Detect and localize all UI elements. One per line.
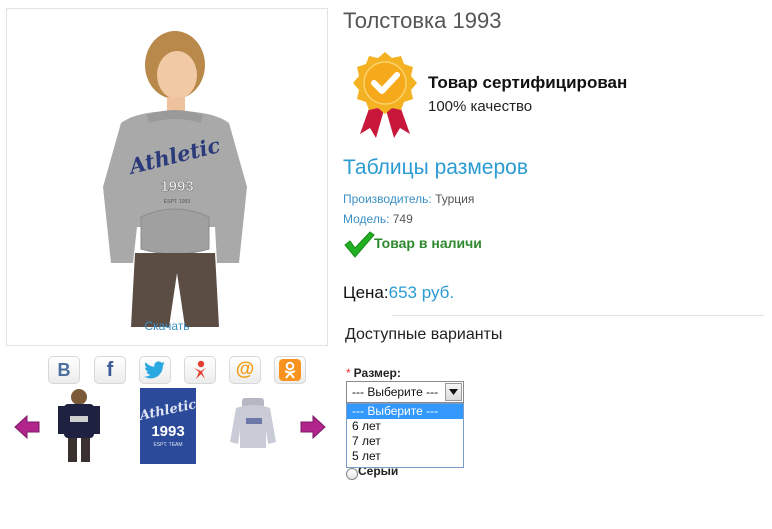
size-select-value: --- Выберите --- (352, 385, 439, 399)
download-link[interactable]: Скачать (7, 319, 327, 333)
chevron-down-icon (449, 389, 458, 395)
size-label-text: Размер: (353, 366, 401, 380)
odnoklassniki-share-button[interactable] (184, 356, 216, 384)
manufacturer-row: Производитель: Турция (343, 192, 474, 206)
size-option[interactable]: 7 лет (347, 434, 463, 449)
manufacturer-label[interactable]: Производитель: (343, 192, 432, 206)
at-icon: @ (235, 359, 255, 380)
odnoklassniki-icon (194, 360, 206, 379)
divider (392, 315, 764, 316)
thumbnail-print-closeup[interactable]: Athletic 1993 ESPT. TEAM (140, 388, 196, 464)
twitter-share-button[interactable] (139, 356, 171, 384)
price-label: Цена: (343, 283, 389, 302)
size-tables-link[interactable]: Таблицы размеров (343, 156, 528, 180)
color-radio[interactable] (346, 468, 358, 480)
size-option[interactable]: --- Выберите --- (347, 404, 463, 419)
thumbnail-navy-sweatshirt[interactable] (54, 388, 104, 464)
size-dropdown-list: --- Выберите --- 6 лет 7 лет 5 лет (346, 403, 464, 468)
vk-icon: B (57, 359, 71, 380)
select-arrow-button[interactable] (445, 383, 462, 401)
twitter-icon (144, 361, 165, 379)
model-value: 749 (392, 212, 413, 226)
price-row: Цена:653 руб. (343, 283, 454, 303)
in-stock-check-icon (344, 231, 375, 258)
thumbnails-next-arrow-icon[interactable] (300, 414, 326, 440)
thumbnails-prev-arrow-icon[interactable] (14, 414, 40, 440)
vk-share-button[interactable]: B (48, 356, 80, 384)
facebook-icon: f (106, 358, 114, 381)
size-select[interactable]: --- Выберите --- (346, 381, 464, 403)
ok-share-button[interactable] (274, 356, 306, 384)
main-image-box: Athletic 1993 ESPT. 1993 Скачать (6, 8, 328, 346)
model-label: Модель: (343, 212, 390, 226)
size-option[interactable]: 5 лет (347, 449, 463, 464)
facebook-share-button[interactable]: f (94, 356, 126, 384)
product-title: Толстовка 1993 (343, 8, 502, 33)
certificate-badge-icon (353, 52, 417, 138)
required-mark: * (346, 366, 351, 380)
size-label: * Размер: (346, 366, 401, 380)
certificate-title: Товар сертифицирован (428, 73, 628, 92)
stock-status: Товар в наличи (374, 235, 482, 251)
print-number: 1993 (160, 178, 193, 195)
certificate-subtitle: 100% качество (428, 98, 533, 115)
svg-text:ESPT. TEAM: ESPT. TEAM (153, 442, 182, 448)
mailru-share-button[interactable]: @ (229, 356, 261, 384)
size-option[interactable]: 6 лет (347, 419, 463, 434)
manufacturer-value: Турция (435, 192, 475, 206)
price-value: 653 руб. (388, 283, 455, 302)
print-small: ESPT. 1993 (164, 199, 191, 205)
model-row: Модель: 749 (343, 212, 413, 226)
ok-icon (279, 359, 301, 381)
product-photo[interactable]: Athletic 1993 ESPT. 1993 (97, 27, 253, 327)
thumbnail-grey-sweatshirt[interactable] (228, 388, 278, 464)
svg-text:1993: 1993 (151, 423, 184, 440)
variants-title: Доступные варианты (345, 326, 503, 343)
